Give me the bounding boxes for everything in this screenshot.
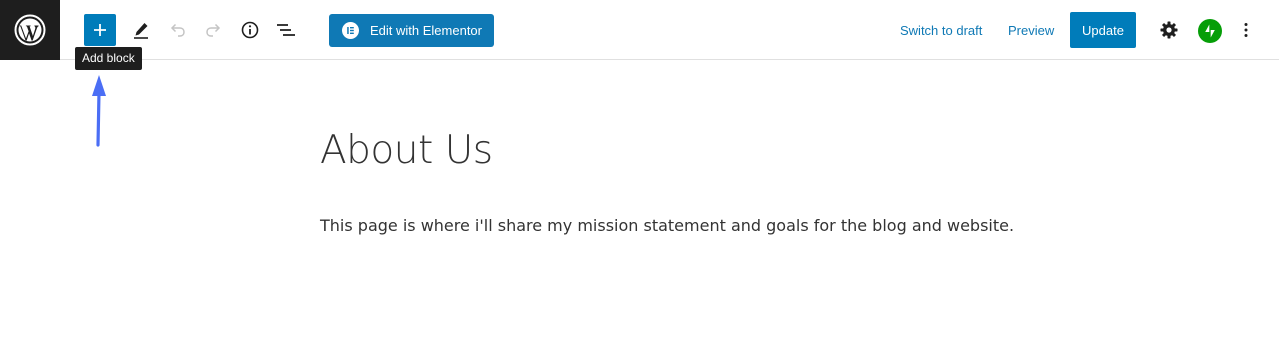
wordpress-logo-icon[interactable] bbox=[0, 0, 60, 60]
redo-icon bbox=[206, 23, 221, 37]
list-view-button[interactable] bbox=[274, 18, 298, 42]
info-icon bbox=[241, 21, 259, 39]
list-view-icon bbox=[277, 24, 295, 36]
update-button[interactable]: Update bbox=[1070, 12, 1136, 48]
post-title[interactable]: About Us bbox=[320, 126, 493, 176]
redo-button[interactable] bbox=[201, 18, 225, 42]
pencil-icon bbox=[134, 23, 148, 39]
edit-with-elementor-button[interactable]: Edit with Elementor bbox=[329, 14, 494, 47]
jetpack-icon[interactable] bbox=[1198, 19, 1222, 43]
paragraph-block[interactable]: This page is where i'll share my mission… bbox=[320, 215, 1014, 237]
elementor-icon bbox=[342, 22, 359, 39]
plus-icon bbox=[94, 24, 106, 36]
tools-button[interactable] bbox=[129, 18, 153, 42]
undo-button[interactable] bbox=[166, 18, 190, 42]
switch-to-draft-button[interactable]: Switch to draft bbox=[900, 22, 982, 40]
annotation-arrow-icon bbox=[92, 75, 106, 147]
add-block-button[interactable] bbox=[84, 14, 116, 46]
update-button-label: Update bbox=[1082, 22, 1124, 38]
undo-icon bbox=[170, 23, 185, 37]
more-options-button[interactable] bbox=[1234, 18, 1258, 42]
elementor-button-label: Edit with Elementor bbox=[370, 23, 482, 38]
editor-header: Edit with Elementor Switch to draft Prev… bbox=[0, 0, 1279, 60]
preview-button[interactable]: Preview bbox=[1008, 22, 1054, 40]
settings-button[interactable] bbox=[1157, 18, 1181, 42]
add-block-tooltip: Add block bbox=[75, 47, 142, 70]
details-button[interactable] bbox=[238, 18, 262, 42]
more-vertical-icon bbox=[1244, 23, 1248, 37]
gear-icon bbox=[1160, 21, 1178, 39]
